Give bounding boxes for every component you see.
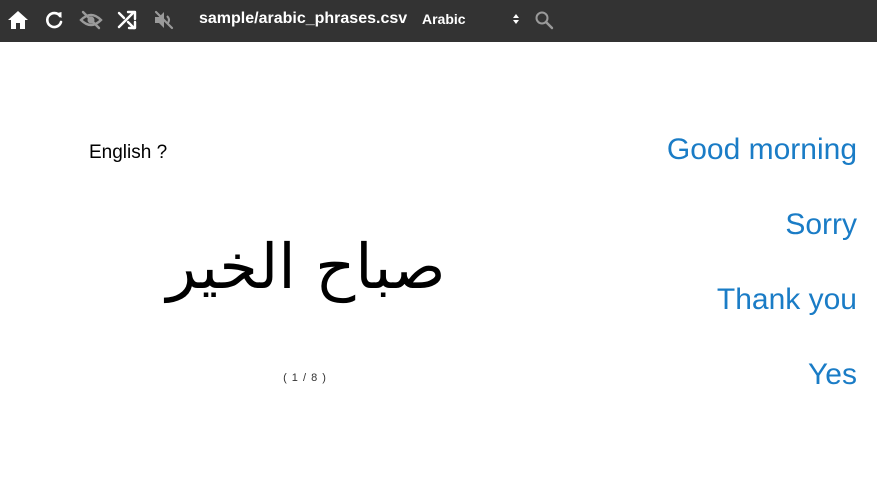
card-counter: ( 1 / 8 ): [283, 372, 327, 384]
language-select-value: Arabic: [422, 11, 466, 27]
refresh-icon[interactable]: [41, 7, 67, 33]
select-arrows-icon: [513, 14, 519, 24]
home-icon[interactable]: [5, 7, 31, 33]
choice-good-morning[interactable]: Good morning: [597, 130, 857, 170]
mute-icon[interactable]: [151, 7, 177, 33]
flashcard-area: English ? صباح الخير ( 1 / 8 ) Good morn…: [0, 42, 877, 481]
choice-sorry[interactable]: Sorry: [597, 205, 857, 245]
phrase-text: صباح الخير: [166, 230, 446, 303]
choice-yes[interactable]: Yes: [597, 355, 857, 395]
toolbar: sample/arabic_phrases.csv Arabic: [0, 0, 877, 42]
search-icon[interactable]: [531, 7, 557, 33]
shuffle-icon[interactable]: [114, 7, 140, 33]
language-select[interactable]: Arabic: [414, 8, 524, 30]
prompt-label: English ?: [89, 142, 168, 163]
eye-off-icon[interactable]: [78, 7, 104, 33]
choice-thank-you[interactable]: Thank you: [597, 280, 857, 320]
file-name[interactable]: sample/arabic_phrases.csv: [199, 9, 407, 29]
answer-choices: Good morning Sorry Thank you Yes: [597, 130, 857, 430]
